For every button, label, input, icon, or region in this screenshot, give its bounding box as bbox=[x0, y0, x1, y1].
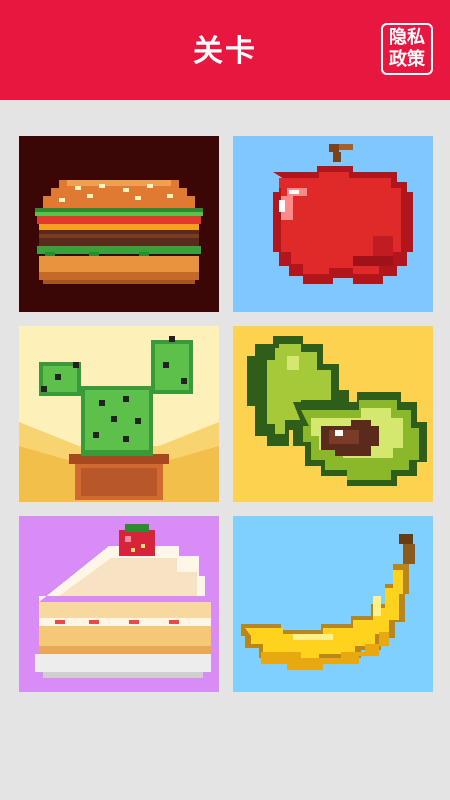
privacy-label-line2: 政策 bbox=[389, 49, 425, 70]
privacy-label-line1: 隐私 bbox=[389, 27, 425, 48]
level-card-apple[interactable] bbox=[233, 136, 433, 312]
apple-icon bbox=[233, 136, 433, 312]
level-card-banana[interactable] bbox=[233, 516, 433, 692]
privacy-policy-button[interactable]: 隐私 政策 bbox=[381, 23, 433, 75]
header-bar: 关卡 隐私 政策 bbox=[0, 0, 450, 100]
banana-icon bbox=[233, 516, 433, 692]
cactus-icon bbox=[19, 326, 219, 502]
level-card-cake[interactable] bbox=[19, 516, 219, 692]
cake-icon bbox=[19, 516, 219, 692]
level-card-cactus[interactable] bbox=[19, 326, 219, 502]
level-card-avocado[interactable] bbox=[233, 326, 433, 502]
burger-icon bbox=[19, 136, 219, 312]
level-card-burger[interactable] bbox=[19, 136, 219, 312]
avocado-icon bbox=[233, 326, 433, 502]
level-grid bbox=[19, 136, 433, 692]
